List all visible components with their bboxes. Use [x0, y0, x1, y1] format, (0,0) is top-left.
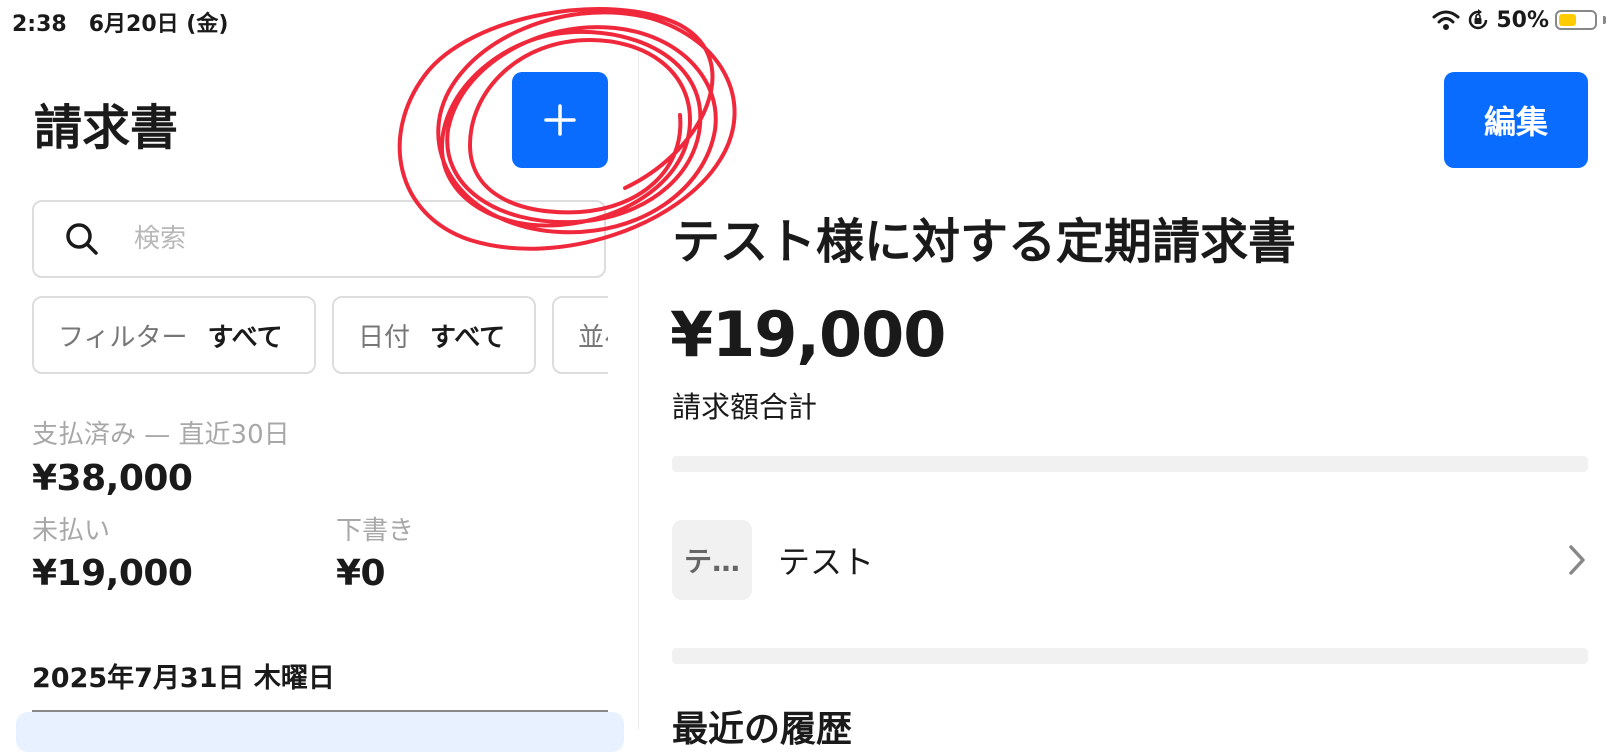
filter-chip[interactable]: フィルター すべて: [32, 296, 316, 374]
paid-label: 支払済み — 直近30日: [32, 420, 290, 450]
filter-chip-value: すべて: [207, 322, 283, 353]
date-chip[interactable]: 日付 すべて: [332, 296, 536, 374]
draft-value: ¥0: [336, 553, 386, 594]
recent-activity-heading: 最近の履歴: [672, 709, 853, 750]
customer-avatar: テ…: [672, 520, 752, 600]
wifi-icon: [1432, 10, 1460, 30]
chevron-right-icon: [1569, 545, 1585, 575]
search-icon: [66, 223, 98, 255]
invoice-title: テスト様に対する定期請求書: [672, 214, 1297, 270]
invoice-total-label: 請求額合計: [672, 390, 818, 424]
status-time-date: 2:38 6月20日 (金): [12, 12, 229, 37]
orientation-lock-icon: [1469, 9, 1488, 30]
date-chip-value: すべて: [430, 322, 506, 353]
invoice-total-amount: ¥19,000: [670, 298, 946, 371]
list-date-header: 2025年7月31日 木曜日: [32, 663, 335, 694]
unpaid-value: ¥19,000: [32, 553, 193, 594]
customer-row[interactable]: テ… テスト: [672, 520, 1588, 600]
paid-value: ¥38,000: [32, 458, 193, 499]
sort-chip[interactable]: 並べ替え: [552, 296, 608, 374]
section-separator: [672, 648, 1588, 664]
plus-icon: [544, 104, 576, 136]
battery-tip: [1603, 16, 1606, 24]
page-title: 請求書: [34, 100, 179, 156]
search-input[interactable]: [132, 223, 536, 255]
battery-percent: 50%: [1496, 7, 1549, 33]
sort-chip-clip: 並べ替え: [552, 296, 608, 374]
battery-level-fill: [1559, 14, 1576, 26]
customer-name: テスト: [778, 543, 875, 581]
invoice-list-item[interactable]: [16, 712, 624, 752]
unpaid-label: 未払い: [32, 516, 111, 546]
pane-divider: [638, 40, 639, 729]
add-invoice-button[interactable]: [512, 72, 608, 168]
draft-label: 下書き: [336, 516, 415, 546]
edit-button[interactable]: 編集: [1444, 72, 1588, 168]
date-chip-label: 日付: [358, 322, 411, 353]
search-field[interactable]: [32, 200, 606, 278]
sort-chip-label: 並べ替え: [578, 322, 608, 353]
battery-icon: [1555, 10, 1597, 30]
section-separator: [672, 456, 1588, 472]
filter-chip-label: フィルター: [58, 322, 188, 353]
status-indicators: 50%: [1432, 4, 1606, 36]
